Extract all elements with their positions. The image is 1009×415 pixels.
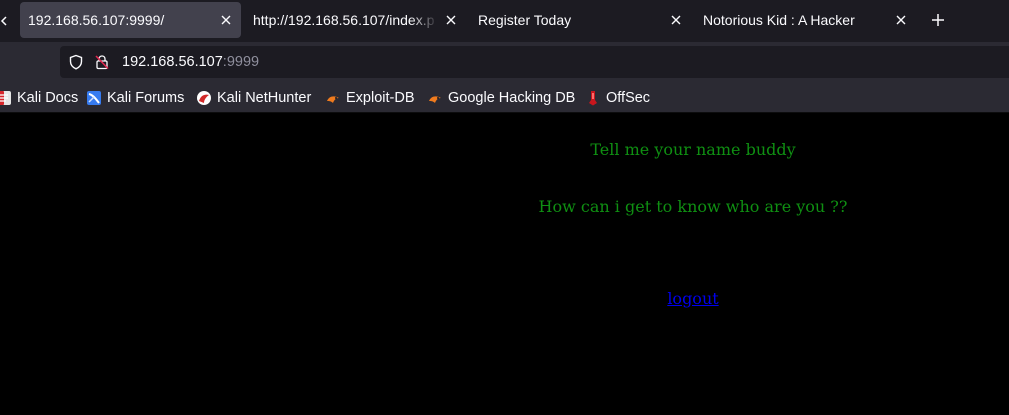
bookmark-offsec[interactable]: OffSec	[585, 82, 650, 113]
bookmark-label: Google Hacking DB	[448, 89, 576, 106]
tab-label: Notorious Kid : A Hacker	[703, 12, 855, 28]
bookmark-kali-docs[interactable]: Kali Docs	[0, 82, 78, 113]
insecure-lock-icon[interactable]	[94, 54, 110, 70]
url-port: :9999	[222, 54, 260, 70]
tab-label: Register Today	[478, 12, 572, 28]
url-host: 192.168.56.107	[122, 54, 223, 70]
bookmark-kali-nethunter[interactable]: Kali NetHunter	[196, 82, 311, 113]
tab-1[interactable]: http://192.168.56.107/index.p	[245, 2, 466, 38]
plus-icon	[932, 14, 944, 26]
kali-nethunter-icon	[197, 90, 211, 105]
tab-close-button[interactable]	[669, 2, 683, 38]
chevron-left-icon	[0, 16, 7, 26]
tab-label: 192.168.56.107:9999/	[28, 12, 165, 28]
url-text[interactable]: 192.168.56.107:9999	[122, 46, 259, 78]
tab-2[interactable]: Register Today	[470, 2, 691, 38]
bookmark-label: Kali Forums	[107, 89, 185, 106]
tab-0[interactable]: 192.168.56.107:9999/	[20, 2, 241, 38]
bookmark-label: Kali NetHunter	[217, 89, 312, 106]
navigation-bar: 192.168.56.107:9999	[0, 42, 1009, 82]
google-hacking-db-icon	[429, 95, 441, 103]
logout-container: logout	[387, 289, 999, 308]
bookmark-label: Exploit-DB	[346, 89, 415, 106]
tab-close-button[interactable]	[894, 2, 908, 38]
bookmark-exploit-db[interactable]: Exploit-DB	[325, 82, 415, 113]
bookmark-kali-forums[interactable]: Kali Forums	[86, 82, 184, 113]
browser-window: 192.168.56.107:9999/ http://192.168.56.1…	[0, 0, 1009, 415]
close-icon	[221, 15, 231, 25]
exploit-db-icon	[327, 95, 339, 103]
url-bar[interactable]: 192.168.56.107:9999	[60, 46, 1009, 78]
page-content: Tell me your name buddy How can i get to…	[0, 113, 1009, 415]
close-icon	[671, 15, 681, 25]
kali-forums-icon	[87, 90, 101, 105]
prompt-name-text: Tell me your name buddy	[590, 140, 796, 159]
tab-close-button[interactable]	[219, 2, 233, 38]
close-icon	[896, 15, 906, 25]
tab-scroll-left-button[interactable]	[0, 0, 14, 42]
new-tab-button[interactable]	[926, 4, 950, 36]
tab-label: http://192.168.56.107/index.p	[253, 12, 435, 28]
bookmark-google-hacking-db[interactable]: Google Hacking DB	[427, 82, 575, 113]
tab-strip: 192.168.56.107:9999/ http://192.168.56.1…	[0, 0, 1009, 42]
bookmarks-toolbar: Kali Docs Kali Forums Kali NetHunter Exp…	[0, 82, 1009, 113]
close-icon	[446, 15, 456, 25]
tab-close-button[interactable]	[444, 2, 458, 38]
offsec-icon	[589, 90, 597, 105]
kali-docs-icon	[0, 90, 11, 105]
bookmark-label: OffSec	[606, 89, 651, 106]
shield-icon[interactable]	[68, 54, 84, 70]
logout-link[interactable]: logout	[667, 289, 718, 308]
tab-3[interactable]: Notorious Kid : A Hacker	[695, 2, 916, 38]
bookmark-label: Kali Docs	[17, 89, 79, 106]
prompt-identity-text: How can i get to know who are you ??	[538, 197, 848, 216]
